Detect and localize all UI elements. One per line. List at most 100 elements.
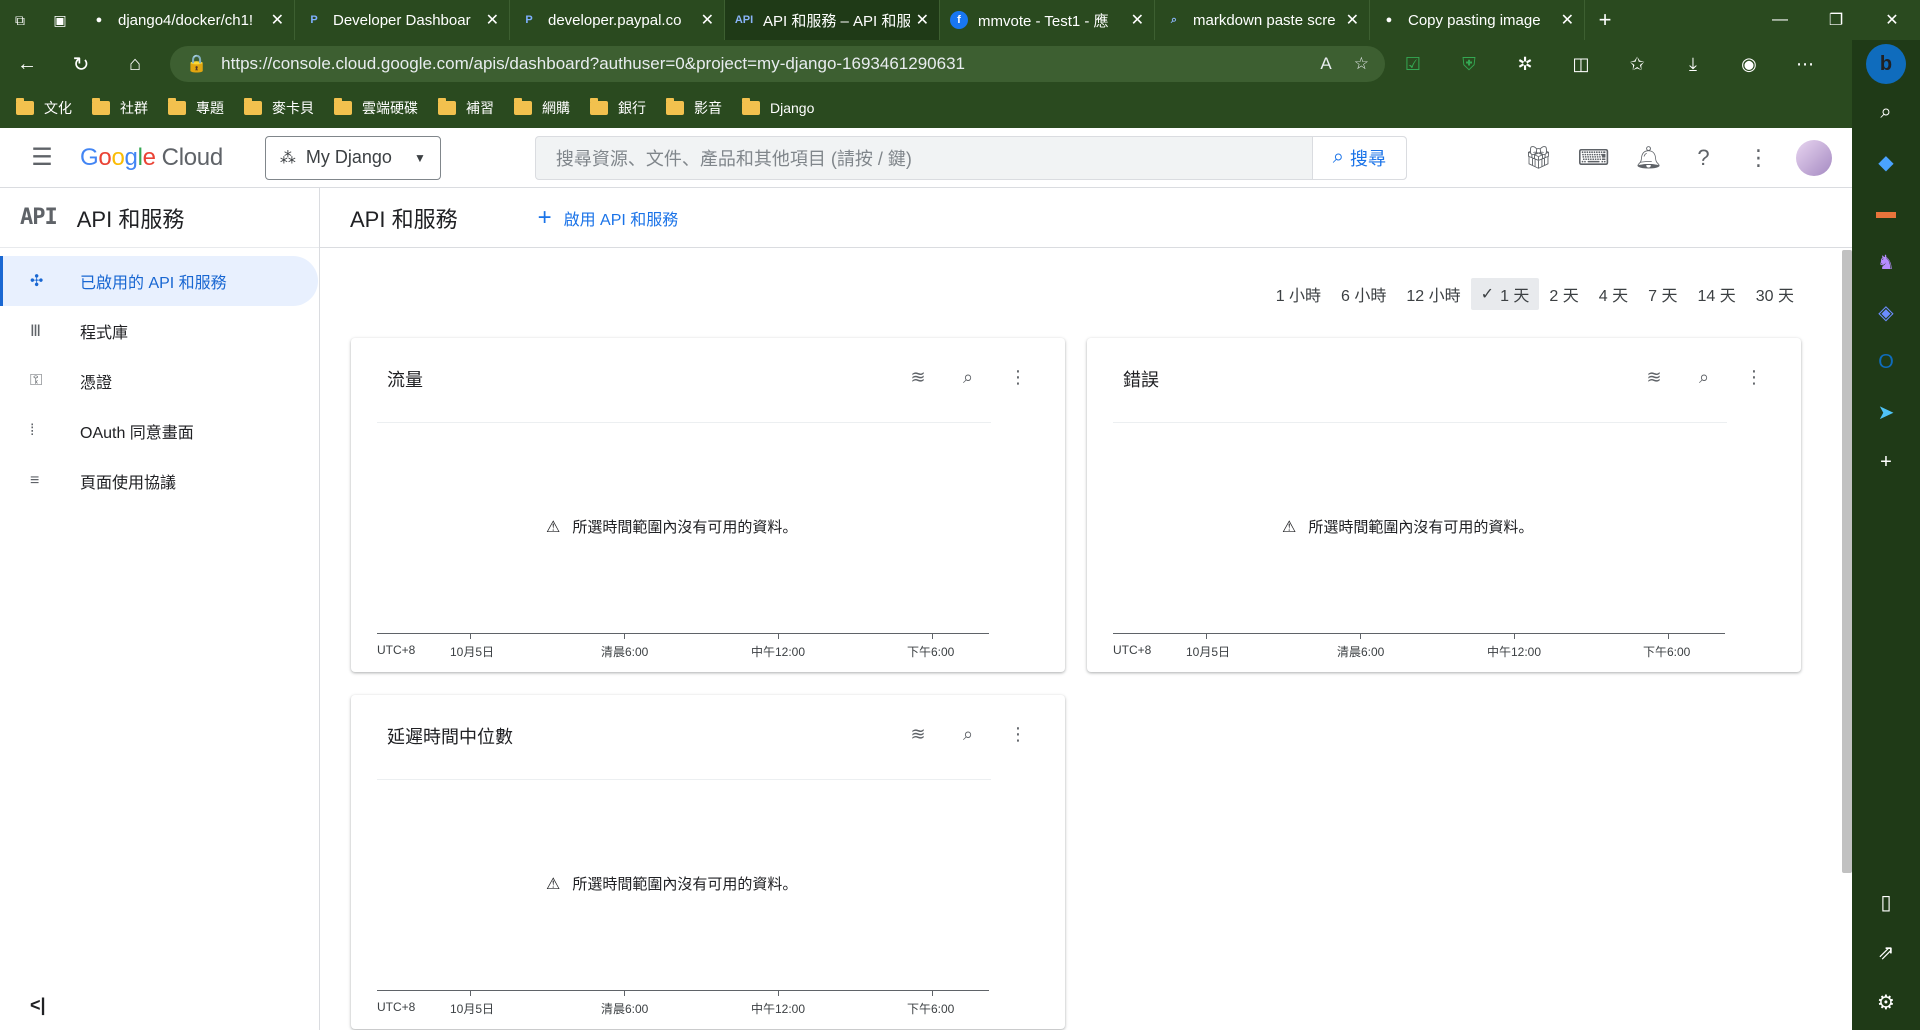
more-vert-icon[interactable]: ⋮ [1729, 362, 1779, 392]
read-aloud-icon[interactable]: A [1320, 54, 1331, 74]
lock-icon[interactable]: 🔒 [186, 54, 207, 74]
explore-chart-icon[interactable]: ⌕ [943, 362, 993, 392]
search-bar[interactable]: 搜尋資源、文件、產品和其他項目 (請按 / 鍵) ⌕ 搜尋 [534, 135, 1407, 180]
back-icon[interactable]: ← [0, 40, 54, 88]
nav-item-oauth-consent[interactable]: ⁞ OAuth 同意畫面 [0, 406, 319, 456]
gift-icon[interactable]: 🎁︎ [1511, 128, 1566, 188]
time-range-option[interactable]: 12 小時 [1396, 278, 1470, 310]
axis-label: 清晨6:00 [1337, 645, 1385, 659]
downloads-icon[interactable]: ⤓ [1665, 40, 1721, 88]
bing-copilot-icon[interactable]: b [1866, 44, 1906, 84]
tab-actions-icon[interactable]: ▣ [40, 0, 80, 40]
more-vert-icon[interactable]: ⋮ [993, 719, 1043, 749]
time-range-option[interactable]: 6 小時 [1331, 278, 1396, 310]
folder-icon [244, 98, 262, 115]
explore-chart-icon[interactable]: ⌕ [943, 719, 993, 749]
nav-item-library[interactable]: Ⅲ 程式庫 [0, 306, 319, 356]
settings-gear-icon[interactable]: ⚙ [1864, 980, 1908, 1024]
notifications-bell-icon[interactable]: 🔔︎ [1621, 128, 1676, 188]
home-icon[interactable]: ⌂ [108, 40, 162, 88]
new-tab-button[interactable]: + [1585, 7, 1625, 33]
bookmark-folder[interactable]: 銀行 [590, 98, 646, 118]
more-icon[interactable]: ⋯ [1777, 40, 1833, 88]
add-icon[interactable]: + [1864, 440, 1908, 484]
bookmark-folder[interactable]: 雲端硬碟 [334, 98, 418, 118]
collapse-nav-icon[interactable]: <| [30, 995, 46, 1016]
split-screen-icon[interactable]: ◫ [1553, 40, 1609, 88]
close-tab-icon[interactable]: ✕ [271, 10, 284, 30]
url-field[interactable]: 🔒 https://console.cloud.google.com/apis/… [170, 46, 1385, 82]
bookmark-folder[interactable]: 網購 [514, 98, 570, 118]
more-vert-icon[interactable]: ⋮ [1731, 128, 1786, 188]
workspaces-icon[interactable]: ⧉ [0, 0, 40, 40]
restore-icon[interactable]: ❐ [1808, 0, 1864, 40]
project-selector[interactable]: ⁂ My Django ▼ [264, 135, 441, 180]
nav-item-enabled-apis[interactable]: ✣ 已啟用的 API 和服務 [0, 256, 318, 306]
minimize-icon[interactable]: — [1752, 0, 1808, 40]
bookmark-folder[interactable]: 文化 [16, 98, 72, 118]
extension-check-icon[interactable]: ☑ [1385, 40, 1441, 88]
shopping-tag-icon[interactable]: ◆ [1864, 140, 1908, 184]
hamburger-menu-icon[interactable]: ☰ [12, 128, 72, 188]
nav-item-credentials[interactable]: ⚿ 憑證 [0, 356, 319, 406]
main-header: API 和服務 + 啟用 API 和服務 [320, 188, 1852, 248]
refresh-icon[interactable]: ↻ [54, 40, 108, 88]
legend-toggle-icon[interactable]: ≋ [893, 362, 943, 392]
bookmark-folder[interactable]: 補習 [438, 98, 494, 118]
time-range-option[interactable]: 14 天 [1688, 278, 1746, 310]
tools-icon[interactable]: ▬ [1864, 190, 1908, 234]
extensions-icon[interactable]: ✲ [1497, 40, 1553, 88]
time-range-option[interactable]: 4 天 [1589, 278, 1638, 310]
scrollbar[interactable] [1842, 250, 1852, 1030]
copilot-icon[interactable]: ◈ [1864, 290, 1908, 334]
close-tab-icon[interactable]: ✕ [1561, 10, 1574, 30]
bookmark-folder[interactable]: Django [742, 98, 814, 116]
bookmark-folder[interactable]: 影音 [666, 98, 722, 118]
favorite-star-icon[interactable]: ☆ [1354, 54, 1369, 74]
search-input[interactable]: 搜尋資源、文件、產品和其他項目 (請按 / 鍵) [536, 145, 1312, 171]
bookmark-folder[interactable]: 麥卡貝 [244, 98, 314, 118]
browser-tab-active[interactable]: API API 和服務 – API 和服 ✕ [725, 0, 940, 40]
outlook-icon[interactable]: O [1864, 340, 1908, 384]
legend-toggle-icon[interactable]: ≋ [893, 719, 943, 749]
bookmark-folder[interactable]: 專題 [168, 98, 224, 118]
time-range-option[interactable]: ✓ 1 天 [1470, 278, 1540, 310]
enable-apis-button[interactable]: + 啟用 API 和服務 [538, 204, 679, 232]
close-tab-icon[interactable]: ✕ [486, 10, 499, 30]
bookmark-folder[interactable]: 社群 [92, 98, 148, 118]
close-tab-icon[interactable]: ✕ [701, 10, 714, 30]
browser-tab[interactable]: ⌕ markdown paste scre ✕ [1155, 0, 1370, 40]
scrollbar-thumb[interactable] [1842, 250, 1852, 873]
time-range-option[interactable]: 30 天 [1746, 278, 1804, 310]
search-icon[interactable]: ⌕ [1864, 90, 1908, 134]
google-cloud-logo[interactable]: Google Cloud [80, 144, 223, 172]
explore-chart-icon[interactable]: ⌕ [1679, 362, 1729, 392]
browser-tab[interactable]: ● Copy pasting image ✕ [1370, 0, 1585, 40]
close-tab-icon[interactable]: ✕ [1131, 10, 1144, 30]
time-range-option[interactable]: 7 天 [1638, 278, 1687, 310]
more-vert-icon[interactable]: ⋮ [993, 362, 1043, 392]
legend-toggle-icon[interactable]: ≋ [1629, 362, 1679, 392]
cloud-shell-icon[interactable]: ⌨ [1566, 128, 1621, 188]
search-icon: ⌕ [1332, 146, 1344, 168]
open-external-icon[interactable]: ⇗ [1864, 930, 1908, 974]
avatar[interactable] [1796, 140, 1832, 176]
profile-avatar-icon[interactable]: ◉ [1721, 40, 1777, 88]
browser-tab[interactable]: Pdeveloper.paypal.co ✕ [510, 0, 725, 40]
time-range-option[interactable]: 2 天 [1539, 278, 1588, 310]
search-button[interactable]: ⌕ 搜尋 [1311, 136, 1406, 179]
help-icon[interactable]: ? [1676, 128, 1731, 188]
favorites-icon[interactable]: ✩ [1609, 40, 1665, 88]
extension-shield-icon[interactable]: ⛨ [1441, 40, 1497, 88]
browser-tab[interactable]: ● django4/docker/ch1! ✕ [80, 0, 295, 40]
time-range-option[interactable]: 1 小時 [1266, 278, 1331, 310]
close-window-icon[interactable]: ✕ [1864, 0, 1920, 40]
close-tab-icon[interactable]: ✕ [1346, 10, 1359, 30]
sidebar-toggle-icon[interactable]: ▯ [1864, 880, 1908, 924]
send-icon[interactable]: ➤ [1864, 390, 1908, 434]
close-tab-icon[interactable]: ✕ [916, 10, 929, 30]
browser-tab[interactable]: P Developer Dashboar ✕ [295, 0, 510, 40]
games-icon[interactable]: ♞ [1864, 240, 1908, 284]
browser-tab[interactable]: f mmvote - Test1 - 應 ✕ [940, 0, 1155, 40]
nav-item-page-usage-agreements[interactable]: ≡ 頁面使用協議 [0, 456, 319, 506]
